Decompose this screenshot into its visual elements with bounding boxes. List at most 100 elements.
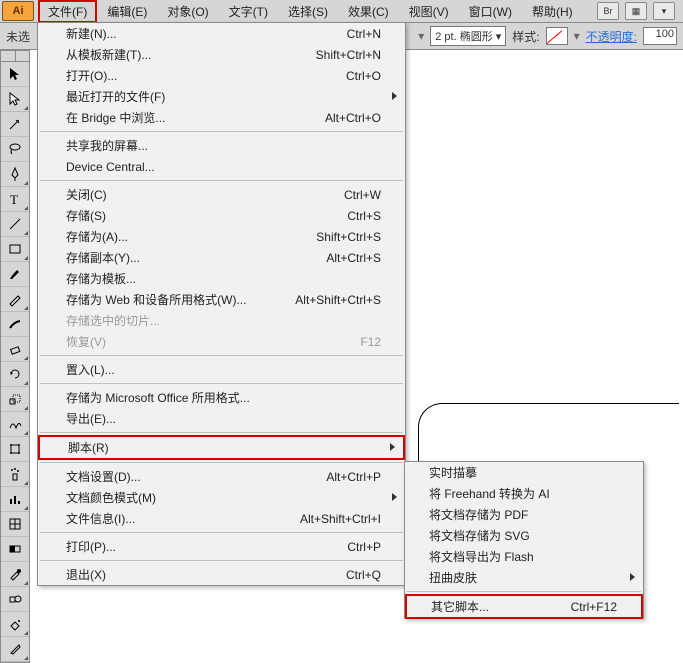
menu-view[interactable]: 视图(V) (399, 0, 459, 23)
menu-item-shortcut: Ctrl+Q (346, 568, 381, 582)
script-submenu-item[interactable]: 扭曲皮肤 (405, 567, 643, 588)
opacity-input[interactable]: 100 (643, 27, 677, 45)
file-menu-item[interactable]: 打开(O)... Ctrl+O (38, 65, 405, 86)
script-submenu-item[interactable]: 实时描摹 (405, 462, 643, 483)
menu-select[interactable]: 选择(S) (278, 0, 338, 23)
menu-item-label: 存储为 Microsoft Office 所用格式... (66, 389, 250, 406)
tool-symbol-sprayer[interactable] (1, 462, 29, 487)
tool-selection[interactable] (1, 62, 29, 87)
menu-item-shortcut: Alt+Ctrl+S (326, 251, 381, 265)
tool-type[interactable]: T (1, 187, 29, 212)
tool-blend[interactable] (1, 587, 29, 612)
file-menu-item[interactable]: 存储为(A)...Shift+Ctrl+S (38, 226, 405, 247)
script-submenu-item[interactable]: 将文档存储为 PDF (405, 504, 643, 525)
file-menu-item[interactable]: 文件信息(I)...Alt+Shift+Ctrl+I (38, 508, 405, 529)
menu-item-shortcut: Shift+Ctrl+N (316, 48, 381, 62)
menu-item-label: 从模板新建(T)... (66, 46, 151, 63)
script-submenu-item[interactable]: 将 Freehand 转换为 AI (405, 483, 643, 504)
menu-item-label: 文档设置(D)... (66, 468, 141, 485)
file-menu-item[interactable]: 存储为模板... (38, 268, 405, 289)
tool-direct-selection[interactable] (1, 87, 29, 112)
style-swatch[interactable] (546, 27, 568, 45)
menubar-right-cluster: Br ▦ ▾ (597, 2, 683, 20)
file-menu-item[interactable]: 存储为 Microsoft Office 所用格式... (38, 387, 405, 408)
tool-rectangle[interactable] (1, 237, 29, 262)
menu-item-label: 存储(S) (66, 207, 106, 224)
tool-paintbrush[interactable] (1, 262, 29, 287)
menu-item-label: 存储为 Web 和设备所用格式(W)... (66, 291, 246, 308)
script-submenu-item[interactable]: 将文档导出为 Flash (405, 546, 643, 567)
menu-item-label: 扭曲皮肤 (429, 569, 477, 586)
menu-file[interactable]: 文件(F) (38, 0, 97, 23)
menu-type[interactable]: 文字(T) (219, 0, 278, 23)
submenu-arrow-icon (392, 92, 397, 100)
file-menu-item[interactable]: 关闭(C)Ctrl+W (38, 184, 405, 205)
menu-separator (40, 532, 403, 533)
menu-effect[interactable]: 效果(C) (338, 0, 399, 23)
file-menu-item[interactable]: 存储(S) Ctrl+S (38, 205, 405, 226)
tool-rotate[interactable] (1, 362, 29, 387)
menu-item-shortcut: Ctrl+S (347, 209, 381, 223)
menu-edit[interactable]: 编辑(E) (97, 0, 157, 23)
script-submenu-item[interactable]: 其它脚本...Ctrl+F12 (405, 594, 643, 619)
tool-magic-wand[interactable] (1, 112, 29, 137)
file-menu-item[interactable]: 共享我的屏幕... (38, 135, 405, 156)
file-menu-item[interactable]: 打印(P)...Ctrl+P (38, 536, 405, 557)
tool-graph[interactable] (1, 487, 29, 512)
file-menu-item[interactable]: 导出(E)... (38, 408, 405, 429)
menu-item-label: 最近打开的文件(F) (66, 88, 165, 105)
app-badge: Ai (2, 1, 34, 21)
bridge-button[interactable]: Br (597, 2, 619, 20)
arrange-button[interactable]: ▦ (625, 2, 647, 20)
tool-lasso[interactable] (1, 137, 29, 162)
script-submenu-item[interactable]: 将文档存储为 SVG (405, 525, 643, 546)
menu-item-label: 打开(O)... (66, 67, 117, 84)
menu-item-label: 关闭(C) (66, 186, 107, 203)
file-menu-item[interactable]: 文档颜色模式(M) (38, 487, 405, 508)
menu-separator (40, 355, 403, 356)
tool-blob-brush[interactable] (1, 312, 29, 337)
tool-scale[interactable] (1, 387, 29, 412)
overflow-button[interactable]: ▾ (653, 2, 675, 20)
menu-item-label: 导出(E)... (66, 410, 116, 427)
file-menu-item[interactable]: 存储副本(Y)...Alt+Ctrl+S (38, 247, 405, 268)
stroke-size[interactable]: 2 pt. 椭圆形 ▾ (430, 26, 506, 46)
menu-item-label: 共享我的屏幕... (66, 137, 148, 154)
menu-help[interactable]: 帮助(H) (522, 0, 583, 23)
file-menu-item[interactable]: 退出(X)Ctrl+Q (38, 564, 405, 585)
menu-item-shortcut: Alt+Shift+Ctrl+S (295, 293, 381, 307)
tool-line[interactable] (1, 212, 29, 237)
tool-free-transform[interactable] (1, 437, 29, 462)
tool-eraser[interactable] (1, 337, 29, 362)
file-menu-item[interactable]: 文档设置(D)... Alt+Ctrl+P (38, 466, 405, 487)
menu-item-label: 存储为模板... (66, 270, 136, 287)
tool-slice[interactable] (1, 637, 29, 662)
menubar: Ai 文件(F) 编辑(E) 对象(O) 文字(T) 选择(S) 效果(C) 视… (0, 0, 683, 23)
menu-separator (407, 591, 641, 592)
file-menu-item[interactable]: 新建(N)...Ctrl+N (38, 23, 405, 44)
file-menu-item[interactable]: 从模板新建(T)... Shift+Ctrl+N (38, 44, 405, 65)
file-menu-item[interactable]: 置入(L)... (38, 359, 405, 380)
file-menu-item[interactable]: 最近打开的文件(F) (38, 86, 405, 107)
file-menu-item[interactable]: 脚本(R) (38, 435, 405, 460)
tool-gradient[interactable] (1, 537, 29, 562)
file-menu-item[interactable]: Device Central... (38, 156, 405, 177)
menu-object[interactable]: 对象(O) (157, 0, 218, 23)
tool-pen[interactable] (1, 162, 29, 187)
opacity-label[interactable]: 不透明度: (586, 28, 637, 45)
menu-window[interactable]: 窗口(W) (459, 0, 522, 23)
tool-mesh[interactable] (1, 512, 29, 537)
menu-separator (40, 180, 403, 181)
menu-separator (40, 560, 403, 561)
tool-pencil[interactable] (1, 287, 29, 312)
menu-item-label: 文档颜色模式(M) (66, 489, 156, 506)
menu-item-shortcut: Ctrl+O (346, 69, 381, 83)
file-menu-item[interactable]: 在 Bridge 中浏览...Alt+Ctrl+O (38, 107, 405, 128)
tool-warp[interactable] (1, 412, 29, 437)
menu-item-shortcut: Alt+Ctrl+P (326, 470, 381, 484)
file-menu-item[interactable]: 存储为 Web 和设备所用格式(W)... Alt+Shift+Ctrl+S (38, 289, 405, 310)
menu-item-label: 将文档存储为 PDF (429, 506, 528, 523)
tool-eyedropper[interactable] (1, 562, 29, 587)
menu-item-label: 打印(P)... (66, 538, 116, 555)
tool-live-paint[interactable] (1, 612, 29, 637)
